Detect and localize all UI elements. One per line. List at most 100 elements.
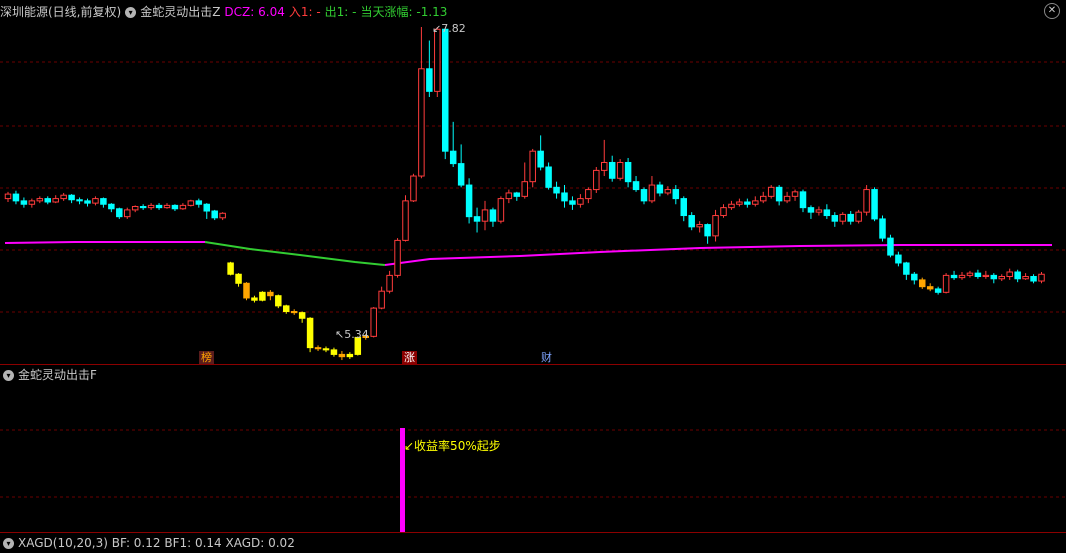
- candle-body: [402, 200, 409, 241]
- candle-body: [322, 348, 330, 351]
- candle-body: [990, 274, 998, 280]
- candle-body: [330, 349, 338, 355]
- candle-body: [1038, 273, 1045, 282]
- candle-body: [155, 204, 163, 209]
- candle-body: [346, 353, 354, 358]
- candle-body: [680, 198, 687, 217]
- candle-body: [616, 161, 624, 179]
- candle-body: [553, 186, 560, 194]
- candle-body: [410, 175, 417, 202]
- candle-body: [926, 286, 934, 290]
- candle-body: [529, 150, 536, 183]
- candle-body: [855, 211, 862, 222]
- candle-body: [171, 204, 179, 210]
- candle-body: [775, 186, 783, 202]
- candle-body: [147, 204, 155, 209]
- candle-body: [760, 195, 767, 202]
- candle-body: [497, 198, 505, 222]
- candle-body: [895, 254, 902, 264]
- candle-body: [124, 209, 131, 218]
- candle-body: [934, 288, 942, 293]
- candle-body: [712, 215, 719, 237]
- candle-body: [839, 213, 846, 222]
- candle-body: [664, 189, 672, 194]
- candle-body: [195, 200, 203, 205]
- candle-body: [68, 194, 75, 201]
- indicator-line-green: [204, 241, 386, 266]
- candle-body: [982, 274, 990, 278]
- candle-body: [998, 276, 1005, 280]
- high-price-label: ↙7.82: [432, 22, 466, 35]
- candle-body: [92, 198, 99, 204]
- candle-body: [847, 213, 854, 222]
- candle-body: [12, 193, 20, 202]
- candle-body: [585, 189, 592, 200]
- candle-body: [744, 201, 751, 205]
- candle-body: [394, 239, 401, 276]
- candle-body: [513, 192, 521, 197]
- candle-body: [823, 209, 831, 217]
- candle-body: [179, 204, 187, 210]
- candle-body: [521, 181, 528, 197]
- candle-body: [696, 224, 703, 228]
- candle-body: [449, 150, 457, 165]
- candle-body: [259, 291, 266, 301]
- candle-body: [656, 184, 664, 194]
- candle-body: [227, 262, 234, 275]
- candle-body: [1022, 276, 1029, 280]
- candle-body: [426, 68, 433, 92]
- candle-body: [28, 200, 36, 205]
- candle-body: [457, 163, 465, 186]
- yield-note: ↙收益率50%起步: [404, 438, 501, 453]
- candle-body: [386, 274, 393, 292]
- candle-body: [314, 347, 322, 350]
- candle-body: [537, 150, 544, 168]
- candle-body: [473, 216, 481, 222]
- candle-body: [569, 200, 576, 205]
- candle-body: [648, 184, 656, 202]
- candle-body: [545, 166, 552, 188]
- candle-body: [116, 208, 123, 218]
- candle-body: [911, 273, 918, 281]
- candle-body: [378, 290, 385, 309]
- candle-body: [879, 218, 886, 239]
- candle-body: [481, 209, 489, 222]
- candle-body: [108, 203, 115, 210]
- candle-body: [903, 262, 910, 275]
- candle-body: [608, 161, 616, 179]
- candle-body: [203, 203, 210, 212]
- candle-body: [187, 200, 195, 206]
- candle-body: [243, 282, 250, 299]
- candle-body: [942, 274, 950, 293]
- candle-body: [84, 200, 91, 204]
- candle-body: [783, 195, 791, 202]
- candle-body: [887, 237, 894, 256]
- candle-body: [974, 272, 982, 278]
- candle-body: [593, 169, 600, 191]
- candle-body: [275, 295, 282, 307]
- candle-body: [505, 192, 513, 200]
- candle-body: [100, 198, 107, 205]
- candle-body: [211, 210, 218, 219]
- candle-body: [863, 189, 870, 213]
- candle-body: [52, 198, 59, 203]
- candle-body: [831, 215, 839, 222]
- candle-body: [267, 291, 274, 297]
- candle-body: [20, 200, 28, 205]
- candle-body: [958, 274, 966, 279]
- candle-body: [736, 201, 743, 205]
- candle-body: [306, 317, 314, 349]
- candle-body: [465, 184, 473, 218]
- candle-body: [418, 68, 425, 177]
- candle-body: [1030, 276, 1037, 282]
- low-price-label: ↖5.34: [335, 328, 369, 341]
- candle-body: [434, 28, 441, 92]
- candle-body: [577, 198, 584, 205]
- candle-body: [799, 191, 807, 209]
- candle-body: [950, 274, 958, 279]
- candle-body: [704, 224, 711, 237]
- price-chart[interactable]: ↙7.82 ↖5.34 ↙收益率50%起步: [0, 0, 1066, 542]
- candle-body: [290, 311, 298, 314]
- candle-body: [60, 194, 67, 200]
- candle-body: [235, 273, 242, 284]
